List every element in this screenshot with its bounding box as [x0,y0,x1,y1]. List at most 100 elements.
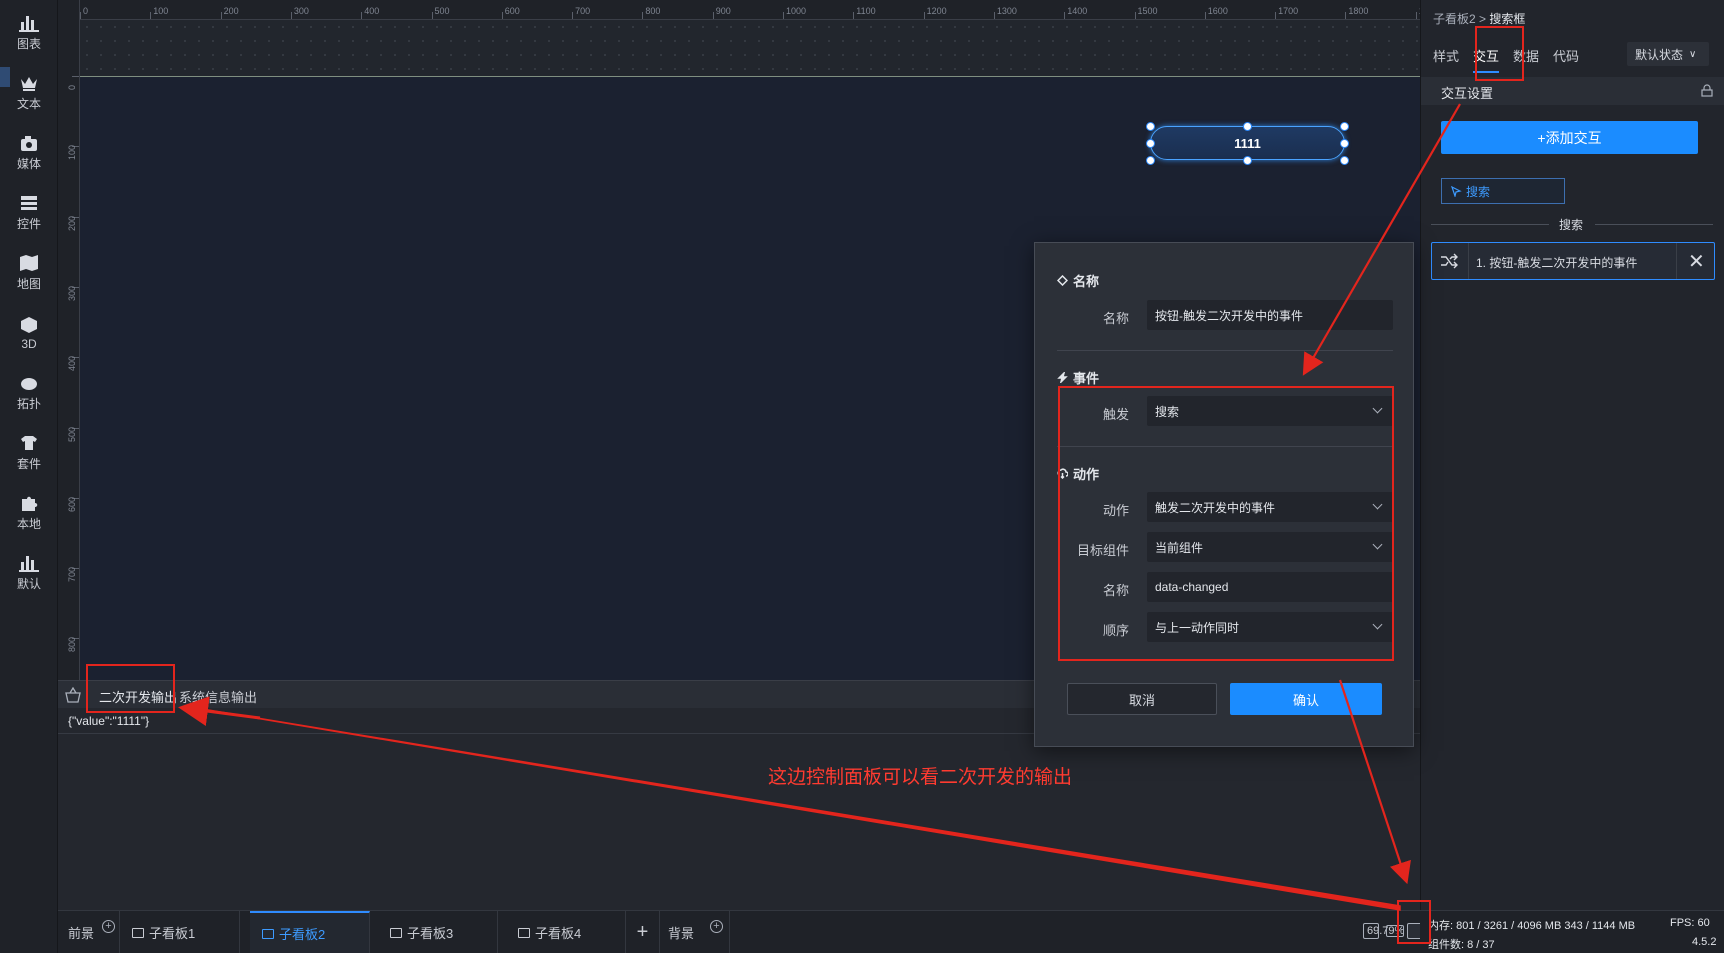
tab-background[interactable]: 背景 + [660,911,730,953]
basket-icon[interactable] [65,687,81,703]
camera-icon [21,136,37,151]
ruler-tick [150,12,152,19]
tab-interaction[interactable]: 交互 [1473,46,1500,73]
keyboard-icon[interactable] [1386,925,1404,937]
tab-board-3[interactable]: 子看板3 [378,911,498,953]
resize-handle-e[interactable] [1340,139,1349,148]
tab-board-4[interactable]: 子看板4 [506,911,626,953]
fit-screen-icon[interactable] [1363,923,1379,939]
ruler-tick [923,12,925,19]
action-select[interactable]: 触发二次开发中的事件 [1147,492,1393,522]
event-filter-chip[interactable]: 搜索 [1441,178,1565,204]
tab-label: 背景 [668,926,695,941]
add-board-button[interactable]: + [626,911,660,953]
toolbar-item-default[interactable]: 默认 [0,548,58,598]
selected-component[interactable]: 1111 [1146,122,1349,165]
ruler-label: 1300 [996,6,1017,16]
chevron-down-icon: ∨ [1689,48,1697,60]
lightning-icon [1057,372,1068,383]
section-title: 交互设置 [1441,86,1494,101]
app-root: 图表 文本 媒体 控件 地图 3D 拓扑 套件 本地 默认 0 100 200 … [0,0,1724,953]
ruler-tick [853,12,855,19]
ruler-label: 1600 [1207,6,1228,16]
event-name-input[interactable]: data-changed [1147,572,1393,602]
add-interaction-button[interactable]: +添加交互 [1441,121,1698,154]
crown-icon [21,77,37,91]
monitor-icon [262,928,274,939]
resize-handle-nw[interactable] [1146,122,1155,131]
shuffle-icon [1441,253,1458,269]
delete-interaction-icon[interactable]: ✕ [1688,249,1705,274]
ruler-tick [712,12,714,19]
ruler-label: 400 [67,356,77,372]
component-toolbar: 图表 文本 媒体 控件 地图 3D 拓扑 套件 本地 默认 [0,0,58,953]
interaction-item[interactable]: 1. 按钮-触发二次开发中的事件 ✕ [1431,242,1715,280]
tab-system-output[interactable]: 系统信息输出 [179,687,257,706]
ruler-label: 700 [67,567,77,583]
ruler-label: 800 [67,637,77,653]
toolbar-item-kit[interactable]: 套件 [0,428,58,478]
resize-handle-s[interactable] [1243,156,1252,165]
ruler-label: 100 [153,6,169,16]
order-select[interactable]: 与上一动作同时 [1147,612,1393,642]
canvas-button[interactable]: 1111 [1150,126,1345,160]
name-input[interactable]: 按钮-触发二次开发中的事件 [1147,300,1393,330]
toolbar-item-map[interactable]: 地图 [0,248,58,298]
toolbar-item-label: 本地 [16,517,41,531]
cloud-download-icon [1057,468,1068,479]
toolbar-item-controls[interactable]: 控件 [0,188,58,238]
resize-handle-w[interactable] [1146,139,1155,148]
state-select[interactable]: 默认状态 ∨ [1627,42,1709,66]
tab-data[interactable]: 数据 [1513,46,1539,65]
toolbar-item-media[interactable]: 媒体 [0,128,58,178]
confirm-button[interactable]: 确认 [1230,683,1382,715]
divider-line [1595,224,1713,225]
ruler-tick [1415,12,1417,19]
add-circle-icon[interactable]: + [710,920,723,933]
ruler-horizontal: 0 100 200 300 400 500 600 700 800 900 1000 1100 1200… [58,0,1420,20]
ruler-label: 900 [715,6,731,16]
ruler-tick [501,12,503,19]
ruler-tick [361,12,363,19]
toolbar-item-3d[interactable]: 3D [0,308,58,358]
toolbar-item-label: 媒体 [16,157,41,171]
shirt-icon [21,436,37,450]
trigger-select[interactable]: 搜索 [1147,396,1393,426]
breadcrumb-parent[interactable]: 子看板2 [1433,12,1476,26]
canvas-margin-area [80,20,1420,77]
resize-handle-sw[interactable] [1146,156,1155,165]
toolbar-item-topology[interactable]: 拓扑 [0,368,58,418]
tab-board-1[interactable]: 子看板1 [120,911,240,953]
lock-icon[interactable] [1701,84,1713,97]
toolbar-item-local[interactable]: 本地 [0,488,58,538]
ruler-tick [72,76,79,77]
cube-icon [21,316,37,333]
toolbar-item-text[interactable]: 文本 [0,68,58,118]
ruler-label: 1500 [1137,6,1158,16]
trigger-label: 触发 [1102,407,1129,422]
ruler-label: 300 [67,285,77,301]
tab-style[interactable]: 样式 [1433,46,1459,65]
resize-handle-se[interactable] [1340,156,1349,165]
tab-code[interactable]: 代码 [1553,46,1579,65]
tab-foreground[interactable]: 前景 + [58,911,120,953]
ruler-tick [572,12,574,19]
ruler-label: 1800 [1348,6,1369,16]
monitor-icon [518,927,530,938]
add-circle-icon[interactable]: + [102,920,115,933]
section-action-header: 动作 [1057,464,1099,483]
tab-dev-output[interactable]: 二次开发输出 [99,687,178,710]
resize-handle-n[interactable] [1243,122,1252,131]
ruler-tick [431,12,433,19]
cancel-button[interactable]: 取消 [1067,683,1217,715]
toolbar-item-chart[interactable]: 图表 [0,8,58,58]
target-select[interactable]: 当前组件 [1147,532,1393,562]
divider-line [1431,224,1549,225]
board-tabbar: 前景 + 子看板1 子看板2 子看板3 子看板4 + 背景 + 69.79% [58,910,1423,953]
section-divider [1057,350,1393,351]
tab-board-2[interactable]: 子看板2 [250,911,370,953]
target-label: 目标组件 [1076,543,1129,558]
resize-handle-ne[interactable] [1340,122,1349,131]
ruler-label: 700 [575,6,591,16]
ruler-tick [1275,12,1277,19]
